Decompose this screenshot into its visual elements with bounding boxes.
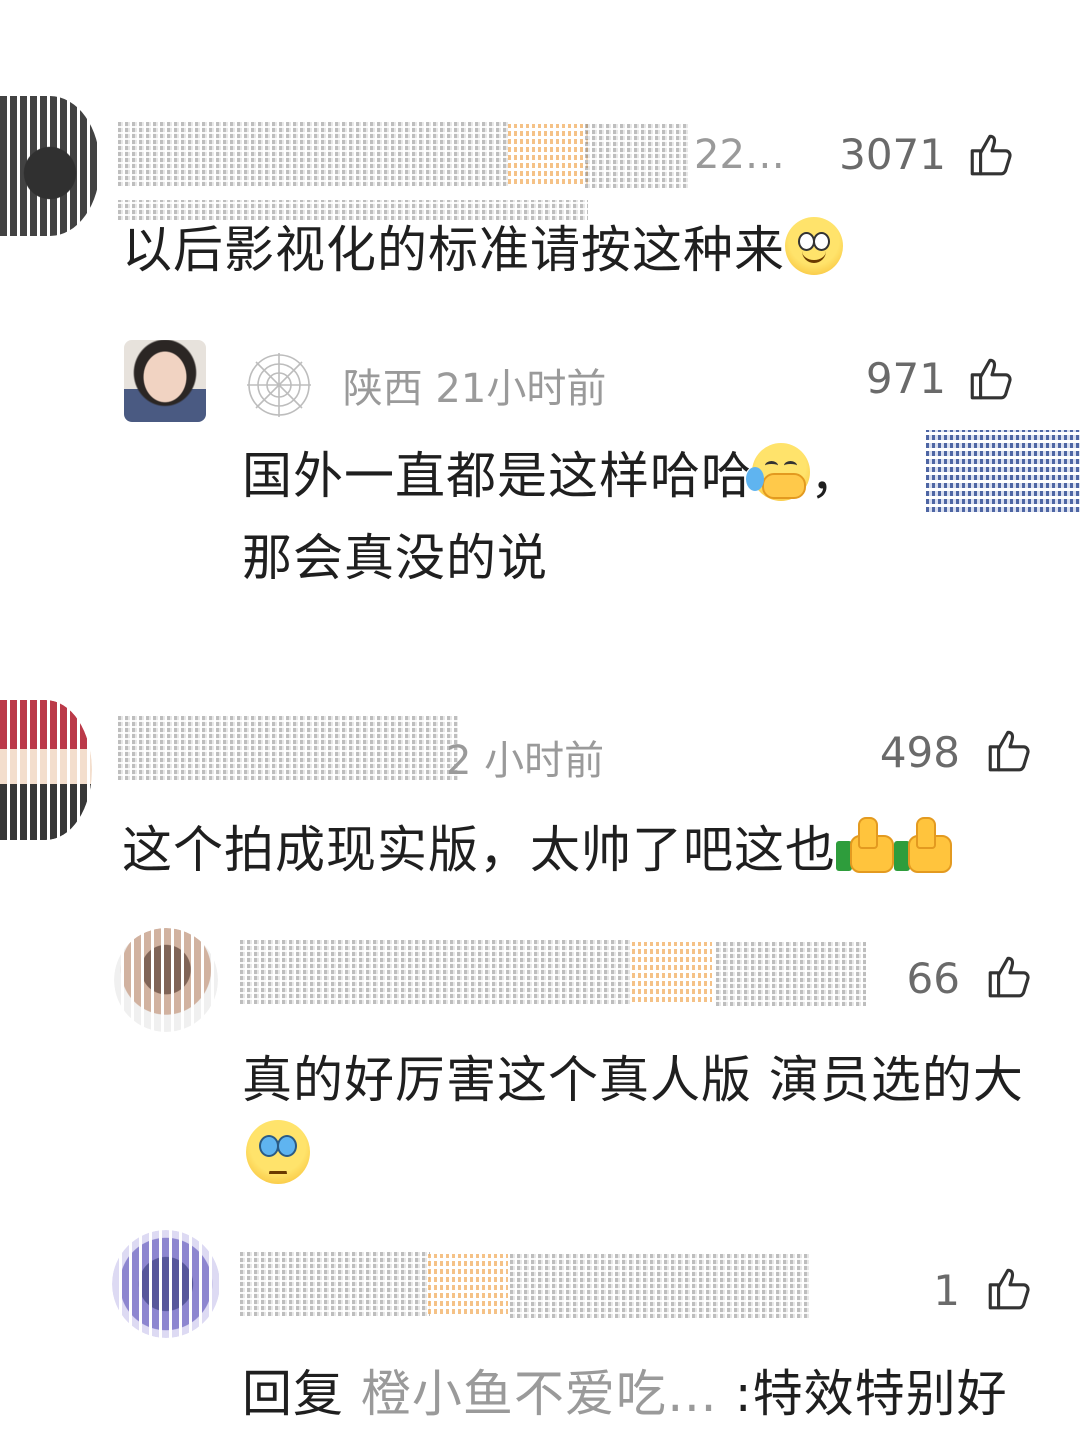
- like-count: 1: [933, 1266, 960, 1315]
- avatar[interactable]: [0, 96, 100, 236]
- username-redacted[interactable]: [118, 716, 458, 780]
- comment-emoji-line: [246, 1120, 310, 1188]
- user-tag-redacted: [585, 124, 690, 188]
- username-redacted[interactable]: [118, 122, 508, 186]
- thumbs-up-outline-icon[interactable]: [984, 1264, 1034, 1314]
- comment-text-punct: ，: [810, 447, 861, 505]
- comment-text: 这个拍成现实版，太帅了吧这也: [122, 810, 952, 882]
- spider-web-icon: [247, 353, 311, 417]
- reply-mention[interactable]: 橙小鱼不爱吃…: [361, 1365, 718, 1423]
- reply-prefix: 回复: [242, 1365, 361, 1423]
- comment-text-content: :特效特别好: [717, 1365, 1008, 1423]
- comment-text: 国外一直都是这样哈哈 ，: [242, 436, 861, 508]
- user-badge: [632, 942, 712, 1002]
- avatar[interactable]: [114, 928, 218, 1032]
- pleading-emoji: [246, 1120, 310, 1184]
- avatar[interactable]: [0, 700, 92, 840]
- thumbs-up-outline-icon[interactable]: [966, 130, 1016, 180]
- username-redacted[interactable]: [240, 1252, 430, 1316]
- user-badge: [508, 124, 588, 184]
- comment-text: 以后影视化的标准请按这种来: [122, 210, 843, 282]
- avatar[interactable]: [124, 340, 206, 422]
- comment-list: 22… 3071 以后影视化的标准请按这种来 陕西 21小时前 971 国外一直…: [0, 0, 1080, 1440]
- like-count: 971: [865, 354, 946, 403]
- comment-text-line2: 那会真没的说: [242, 529, 548, 587]
- laugh-cry-emoji: [746, 443, 810, 501]
- comment-meta: 22…: [694, 132, 785, 178]
- username-redacted[interactable]: [240, 940, 630, 1004]
- user-tag-redacted: [510, 1254, 810, 1318]
- user-badge: [428, 1254, 508, 1314]
- like-count: 3071: [839, 130, 946, 179]
- thumbs-up-outline-icon[interactable]: [984, 952, 1034, 1002]
- like-count: 66: [906, 954, 960, 1003]
- like-count: 498: [879, 728, 960, 777]
- redacted-text: [926, 430, 1080, 512]
- comment-text: 真的好厉害这个真人版 演员选的大: [242, 1051, 1024, 1109]
- thumbs-up-emoji: [894, 815, 952, 875]
- thumbs-up-emoji: [836, 815, 894, 875]
- thumbs-up-outline-icon[interactable]: [966, 354, 1016, 404]
- comment-meta: 2 小时前: [446, 738, 605, 784]
- thumbs-up-outline-icon[interactable]: [984, 726, 1034, 776]
- smile-emoji: [785, 217, 843, 275]
- comment-text-content: 这个拍成现实版，太帅了吧这也: [122, 821, 836, 879]
- comment-text: 回复 橙小鱼不爱吃… :特效特别好: [242, 1354, 1008, 1426]
- comment-text-line1: 国外一直都是这样哈哈: [242, 447, 752, 505]
- location-time: 陕西 21小时前: [342, 366, 607, 412]
- avatar[interactable]: [112, 1230, 220, 1338]
- comment-meta: 陕西 21小时前: [244, 350, 606, 420]
- comment-text-content: 以后影视化的标准请按这种来: [122, 221, 785, 279]
